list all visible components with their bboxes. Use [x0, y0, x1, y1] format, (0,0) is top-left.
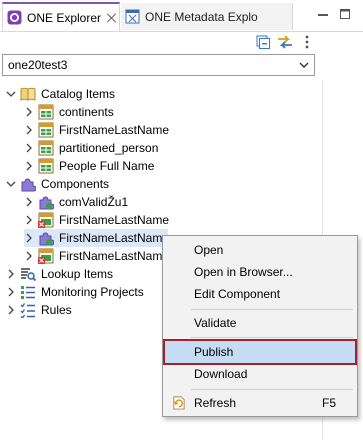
tree-node-catalog-items[interactable]: Catalog Items [6, 85, 115, 103]
tree-item-label: partitioned_person [59, 141, 159, 155]
collapsed-chevron-icon[interactable] [6, 305, 16, 315]
menu-item-label: Edit Component [194, 287, 281, 301]
close-icon[interactable] [107, 13, 117, 23]
project-select[interactable]: one20test3 [2, 54, 315, 76]
tree-item-label: comValidŽu1 [59, 195, 129, 209]
refresh-icon [173, 396, 185, 410]
component-icon [39, 232, 54, 246]
tree-item[interactable]: continents [24, 103, 114, 121]
link-with-editor-icon[interactable] [276, 33, 294, 51]
tree-item[interactable]: People Full Name [24, 157, 154, 175]
tree-node-label: Catalog Items [41, 87, 116, 101]
collapsed-chevron-icon[interactable] [6, 269, 16, 279]
minimize-icon[interactable] [316, 8, 330, 20]
tree-item[interactable]: FirstNameLastName [24, 211, 169, 229]
tree-item-label: FirstNameLastNam [59, 249, 163, 263]
menu-item-publish[interactable]: Publish [163, 339, 357, 365]
tree-item[interactable]: FirstNameLastNam [24, 247, 162, 265]
collapsed-chevron-icon[interactable] [24, 233, 34, 243]
collapsed-chevron-icon[interactable] [24, 161, 34, 171]
tree-node-label: Lookup Items [41, 267, 114, 281]
one-explorer-icon [7, 10, 22, 25]
tree-item-label: FirstNameLastNam [59, 231, 163, 245]
menu-item-label: Open in Browser... [194, 265, 293, 279]
menu-item-validate[interactable]: Validate [164, 312, 356, 334]
lookup-icon [21, 268, 36, 282]
menu-item-label: Download [194, 367, 248, 381]
component-icon [39, 196, 54, 210]
tree-item-label: FirstNameLastName [59, 123, 170, 137]
tree-item-label: People Full Name [59, 159, 155, 173]
tab-one-metadata-explorer-label: ONE Metadata Explo [145, 9, 258, 24]
tree-node-lookup-items[interactable]: Lookup Items [6, 265, 113, 283]
tree-item-label: continents [59, 105, 114, 119]
menu-item-label: Publish [194, 345, 234, 359]
view-tab-bar: ONE Explorer ONE Metadata Explo [0, 0, 363, 32]
refresh-shortcut: F5 [321, 396, 336, 410]
tree-node-label: Rules [41, 303, 72, 317]
tree-item[interactable]: partitioned_person [24, 139, 158, 157]
collapse-all-icon[interactable] [254, 33, 272, 51]
menu-separator [191, 309, 353, 310]
menu-item-label: Validate [194, 316, 237, 330]
context-menu: Open Open in Browser... Edit Component V… [162, 235, 358, 417]
collapsed-chevron-icon[interactable] [24, 215, 34, 225]
menu-separator [191, 389, 353, 390]
menu-item-download[interactable]: Download [164, 363, 356, 385]
menu-item-open[interactable]: Open [164, 239, 356, 261]
menu-item-label: Open [194, 243, 224, 257]
expanded-chevron-icon[interactable] [6, 89, 16, 99]
tree-node-label: Components [41, 177, 110, 191]
collapsed-chevron-icon[interactable] [6, 287, 16, 297]
tree-item-label: FirstNameLastName [59, 213, 170, 227]
collapsed-chevron-icon[interactable] [24, 251, 34, 261]
menu-item-refresh[interactable]: Refresh F5 [164, 392, 356, 414]
tab-one-explorer-label: ONE Explorer [27, 10, 102, 25]
menu-item-open-in-browser[interactable]: Open in Browser... [164, 261, 356, 283]
view-menu-icon[interactable] [298, 33, 316, 51]
metadata-explorer-icon [125, 9, 140, 24]
puzzle-icon [21, 178, 36, 192]
catalog-item-icon [38, 140, 54, 156]
catalog-item-icon [38, 122, 54, 138]
chevron-down-icon [299, 62, 309, 68]
tree-item[interactable]: FirstNameLastName [24, 121, 169, 139]
collapsed-chevron-icon[interactable] [24, 143, 34, 153]
expanded-chevron-icon[interactable] [6, 179, 16, 189]
catalog-item-icon [38, 104, 54, 120]
menu-item-label: Refresh [194, 396, 237, 410]
catalog-item-icon [38, 158, 54, 174]
book-icon [20, 87, 36, 101]
tree-node-monitoring-projects[interactable]: Monitoring Projects [6, 283, 144, 301]
tree-item-selected[interactable]: FirstNameLastNam [24, 229, 168, 247]
tab-one-explorer[interactable]: ONE Explorer [2, 2, 120, 31]
tree-node-components[interactable]: Components [6, 175, 109, 193]
collapsed-chevron-icon[interactable] [24, 107, 34, 117]
component-error-icon [38, 248, 54, 264]
menu-item-edit-component[interactable]: Edit Component [164, 283, 356, 305]
component-error-icon [38, 212, 54, 228]
tree-item[interactable]: comValidŽu1 [24, 193, 128, 211]
monitoring-icon [21, 286, 35, 299]
rules-icon [20, 303, 35, 318]
collapsed-chevron-icon[interactable] [24, 125, 34, 135]
maximize-icon[interactable] [338, 8, 352, 20]
collapsed-chevron-icon[interactable] [24, 197, 34, 207]
project-select-value: one20test3 [8, 58, 68, 72]
tree-node-rules[interactable]: Rules [6, 301, 72, 319]
menu-separator [191, 337, 353, 338]
tree-node-label: Monitoring Projects [41, 285, 144, 299]
view-toolbar [0, 31, 363, 53]
tab-one-metadata-explorer[interactable]: ONE Metadata Explo [121, 3, 293, 30]
